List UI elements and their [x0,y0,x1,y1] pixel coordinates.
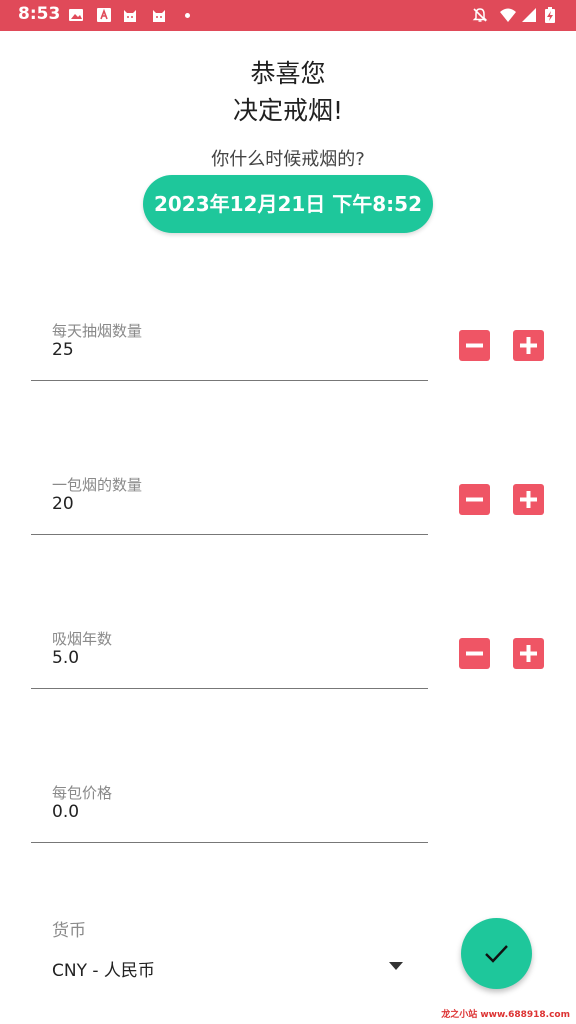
field-label: 每天抽烟数量 [52,322,143,340]
a-icon [97,8,111,22]
field-value[interactable]: 5.0 [52,648,79,668]
years-smoking-field[interactable]: 吸烟年数 5.0 [31,628,428,689]
minus-icon [466,497,483,502]
decrease-cigarettes-per-pack-button[interactable] [459,484,490,515]
cat-icon [124,10,136,22]
minus-icon [466,343,483,348]
notifications-off-icon [472,8,488,22]
battery-charging-icon [545,7,555,23]
decision-title: 决定戒烟! [232,96,344,125]
congrats-title: 恭喜您 [250,59,326,88]
price-per-pack-field[interactable]: 每包价格 0.0 [31,782,428,843]
field-label: 每包价格 [52,784,113,802]
plus-icon [520,645,537,662]
dropdown-arrow-icon[interactable] [389,962,403,970]
field-label: 一包烟的数量 [52,476,143,494]
currency-select[interactable]: CNY - 人民币 [52,956,155,981]
field-value[interactable]: 0.0 [52,802,79,822]
currency-label: 货币 [52,921,86,941]
decrease-cigarettes-per-day-button[interactable] [459,330,490,361]
wifi-icon [500,8,516,22]
plus-icon [520,491,537,508]
increase-years-smoking-button[interactable] [513,638,544,669]
signal-icon [522,8,536,22]
confirm-button[interactable] [461,918,532,989]
cigarettes-per-day-field[interactable]: 每天抽烟数量 25 [31,320,428,381]
increase-cigarettes-per-day-button[interactable] [513,330,544,361]
minus-icon [466,651,483,656]
quit-date-question: 你什么时候戒烟的? [211,149,365,170]
increase-cigarettes-per-pack-button[interactable] [513,484,544,515]
check-icon [485,945,508,963]
notification-dot [185,13,190,18]
field-label: 吸烟年数 [52,630,113,648]
cigarettes-per-pack-field[interactable]: 一包烟的数量 20 [31,474,428,535]
quit-date-button[interactable]: 2023年12月21日 下午8:52 [143,175,433,233]
status-time: 8:53 [18,4,61,24]
field-value[interactable]: 20 [52,494,74,514]
decrease-years-smoking-button[interactable] [459,638,490,669]
status-bar: 8:53 [0,0,576,31]
image-icon [69,9,83,21]
field-value[interactable]: 25 [52,340,74,360]
plus-icon [520,337,537,354]
cat-icon [153,10,165,22]
watermark: 龙之小站 www.688918.com [441,1010,570,1020]
